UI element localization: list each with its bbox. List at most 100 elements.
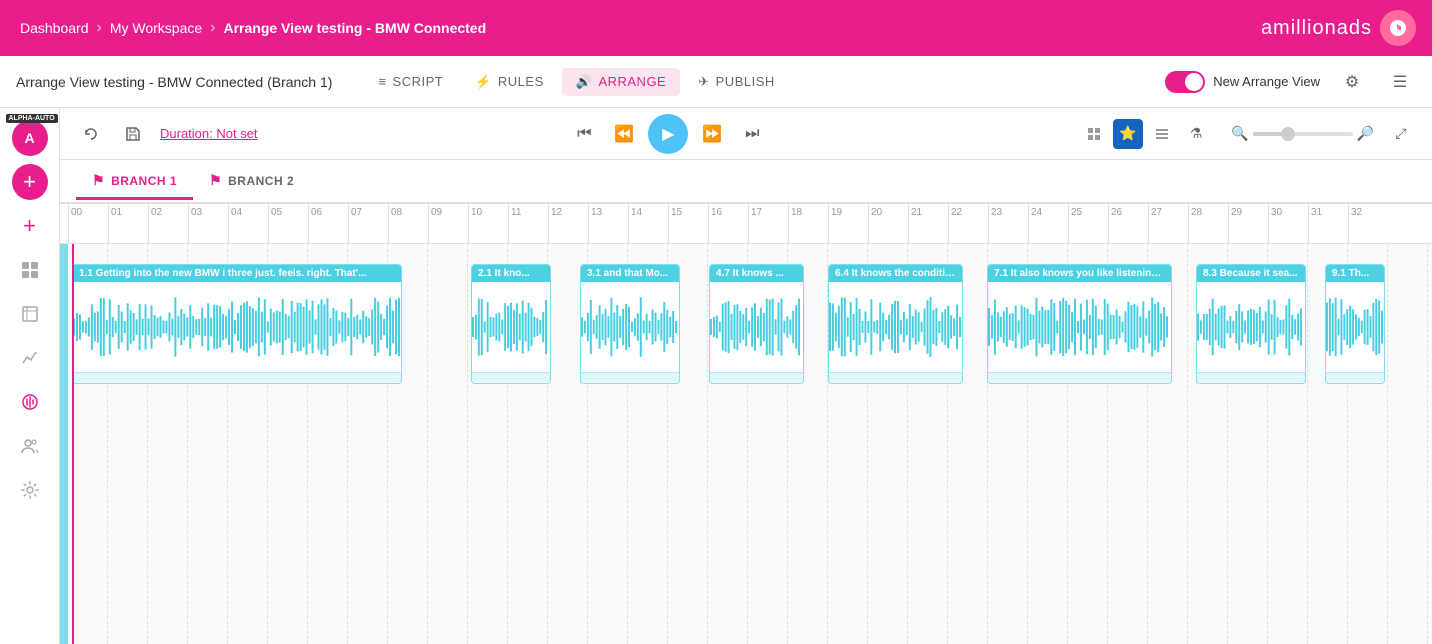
ruler-mark: 22 <box>948 204 988 243</box>
sidebar-item-settings[interactable] <box>12 472 48 508</box>
zoom-out-icon[interactable]: 🔍 <box>1231 125 1248 142</box>
view-controls: ⭐ ⚗ <box>1079 119 1211 149</box>
logo-text: amillionads <box>1261 17 1372 40</box>
ruler-mark: 12 <box>548 204 588 243</box>
list-view-button[interactable] <box>1147 119 1177 149</box>
ruler-mark: 13 <box>588 204 628 243</box>
breadcrumb-project[interactable]: Arrange View testing - BMW Connected <box>223 20 486 36</box>
branch-1-tab[interactable]: ⚑ BRANCH 1 <box>76 164 193 200</box>
ruler-mark: 28 <box>1188 204 1228 243</box>
ruler-mark: 20 <box>868 204 908 243</box>
ruler-mark: 04 <box>228 204 268 243</box>
breadcrumb-dashboard[interactable]: Dashboard <box>20 20 89 36</box>
zoom-in-icon[interactable]: 🔎 <box>1357 125 1374 142</box>
ruler-mark: 05 <box>268 204 308 243</box>
sidebar-item-add[interactable]: + <box>12 164 48 200</box>
ruler-mark: 17 <box>748 204 788 243</box>
project-toolbar: Arrange View testing - BMW Connected (Br… <box>0 56 1432 108</box>
branch-2-label: BRANCH 2 <box>228 174 294 188</box>
ruler-mark: 07 <box>348 204 388 243</box>
zoom-control: 🔍 🔎 <box>1231 125 1374 142</box>
grid-line <box>1388 244 1428 644</box>
clip-header: 1.1 Getting into the new BMW i three jus… <box>73 265 401 282</box>
tab-script[interactable]: ≡ SCRIPT <box>364 68 457 96</box>
grid-line <box>1428 244 1432 644</box>
breadcrumb-my-workspace[interactable]: My Workspace <box>110 20 202 36</box>
sidebar-item-audio[interactable] <box>12 384 48 420</box>
sidebar-item-library[interactable] <box>12 296 48 332</box>
project-title: Arrange View testing - BMW Connected (Br… <box>16 74 332 90</box>
tab-arrange[interactable]: 🔊 ARRANGE <box>562 68 680 96</box>
ruler-mark: 16 <box>708 204 748 243</box>
filter-view-button[interactable]: ⚗ <box>1181 119 1211 149</box>
audio-clip[interactable]: 1.1 Getting into the new BMW i three jus… <box>72 264 402 384</box>
tab-rules[interactable]: ⚡ RULES <box>461 68 558 96</box>
top-navigation-bar: Dashboard › My Workspace › Arrange View … <box>0 0 1432 56</box>
track-content: 1.1 Getting into the new BMW i three jus… <box>68 244 1432 644</box>
sidebar-item-analytics[interactable] <box>12 340 48 376</box>
alpha-badge: ALPHA-AUTO <box>6 114 58 123</box>
grid-view-button[interactable] <box>1079 119 1109 149</box>
audio-clip[interactable]: 6.4 It knows the condition... <box>828 264 963 384</box>
zoom-slider[interactable] <box>1253 132 1353 136</box>
logo-icon <box>1380 10 1416 46</box>
toggle-label: New Arrange View <box>1213 74 1320 89</box>
clip-header: 3.1 and that Mo... <box>581 265 679 282</box>
ruler-mark: 09 <box>428 204 468 243</box>
ruler-mark: 29 <box>1228 204 1268 243</box>
new-arrange-view-toggle[interactable] <box>1165 71 1205 93</box>
user-avatar[interactable]: ALPHA-AUTO A <box>12 120 48 156</box>
tab-rules-label: RULES <box>498 74 544 89</box>
menu-button[interactable]: ☰ <box>1384 66 1416 98</box>
playhead-cursor <box>72 244 74 644</box>
ruler-mark: 24 <box>1028 204 1068 243</box>
ruler-mark: 15 <box>668 204 708 243</box>
audio-clip[interactable]: 2.1 It kno... <box>471 264 551 384</box>
sidebar-item-dashboard[interactable] <box>12 252 48 288</box>
logo: amillionads <box>1261 10 1416 46</box>
undo-button[interactable] <box>76 119 106 149</box>
clip-footer <box>472 372 550 382</box>
skip-start-button[interactable]: ⏮ <box>568 118 600 150</box>
branch-1-label: BRANCH 1 <box>111 174 177 188</box>
breadcrumb-sep-1: › <box>97 19 102 37</box>
branch-2-icon: ⚑ <box>209 172 222 189</box>
clip-waveform <box>73 282 401 372</box>
ruler-mark: 19 <box>828 204 868 243</box>
clip-header: 7.1 It also knows you like listening... <box>988 265 1171 282</box>
clip-footer <box>988 372 1171 382</box>
branch-2-tab[interactable]: ⚑ BRANCH 2 <box>193 164 310 200</box>
settings-button[interactable]: ⚙ <box>1336 66 1368 98</box>
audio-clip[interactable]: 7.1 It also knows you like listening... <box>987 264 1172 384</box>
tab-script-label: SCRIPT <box>393 74 444 89</box>
breadcrumb-sep-2: › <box>210 19 215 37</box>
sidebar-item-users[interactable] <box>12 428 48 464</box>
content-area: Duration: Not set ⏮ ⏪ ▶ ⏩ ⏭ ⭐ ⚗ 🔍 <box>60 108 1432 644</box>
audio-clip[interactable]: 8.3 Because it sea... <box>1196 264 1306 384</box>
fullscreen-button[interactable]: ⤢ <box>1386 119 1416 149</box>
ruler-mark: 14 <box>628 204 668 243</box>
clip-waveform <box>581 282 679 372</box>
tab-publish[interactable]: ✈ PUBLISH <box>684 68 789 96</box>
ruler-mark: 31 <box>1308 204 1348 243</box>
sidebar-item-add2[interactable]: + <box>12 208 48 244</box>
audio-clip[interactable]: 3.1 and that Mo... <box>580 264 680 384</box>
audio-clip[interactable]: 9.1 Th... <box>1325 264 1385 384</box>
duration-label[interactable]: Duration: Not set <box>160 126 258 141</box>
skip-end-button[interactable]: ⏭ <box>736 118 768 150</box>
clip-footer <box>829 372 962 382</box>
ruler-mark: 10 <box>468 204 508 243</box>
audio-clip[interactable]: 4.7 It knows ... <box>709 264 804 384</box>
ruler-mark: 08 <box>388 204 428 243</box>
ruler-mark: 01 <box>108 204 148 243</box>
prev-button[interactable]: ⏪ <box>608 118 640 150</box>
script-icon: ≡ <box>378 74 386 89</box>
clip-waveform <box>829 282 962 372</box>
save-button[interactable] <box>118 119 148 149</box>
left-sidebar: ALPHA-AUTO A + + <box>0 108 60 644</box>
ruler-mark: 00 <box>68 204 108 243</box>
play-button[interactable]: ▶ <box>648 114 688 154</box>
next-button[interactable]: ⏩ <box>696 118 728 150</box>
ruler-mark: 18 <box>788 204 828 243</box>
star-view-button[interactable]: ⭐ <box>1113 119 1143 149</box>
